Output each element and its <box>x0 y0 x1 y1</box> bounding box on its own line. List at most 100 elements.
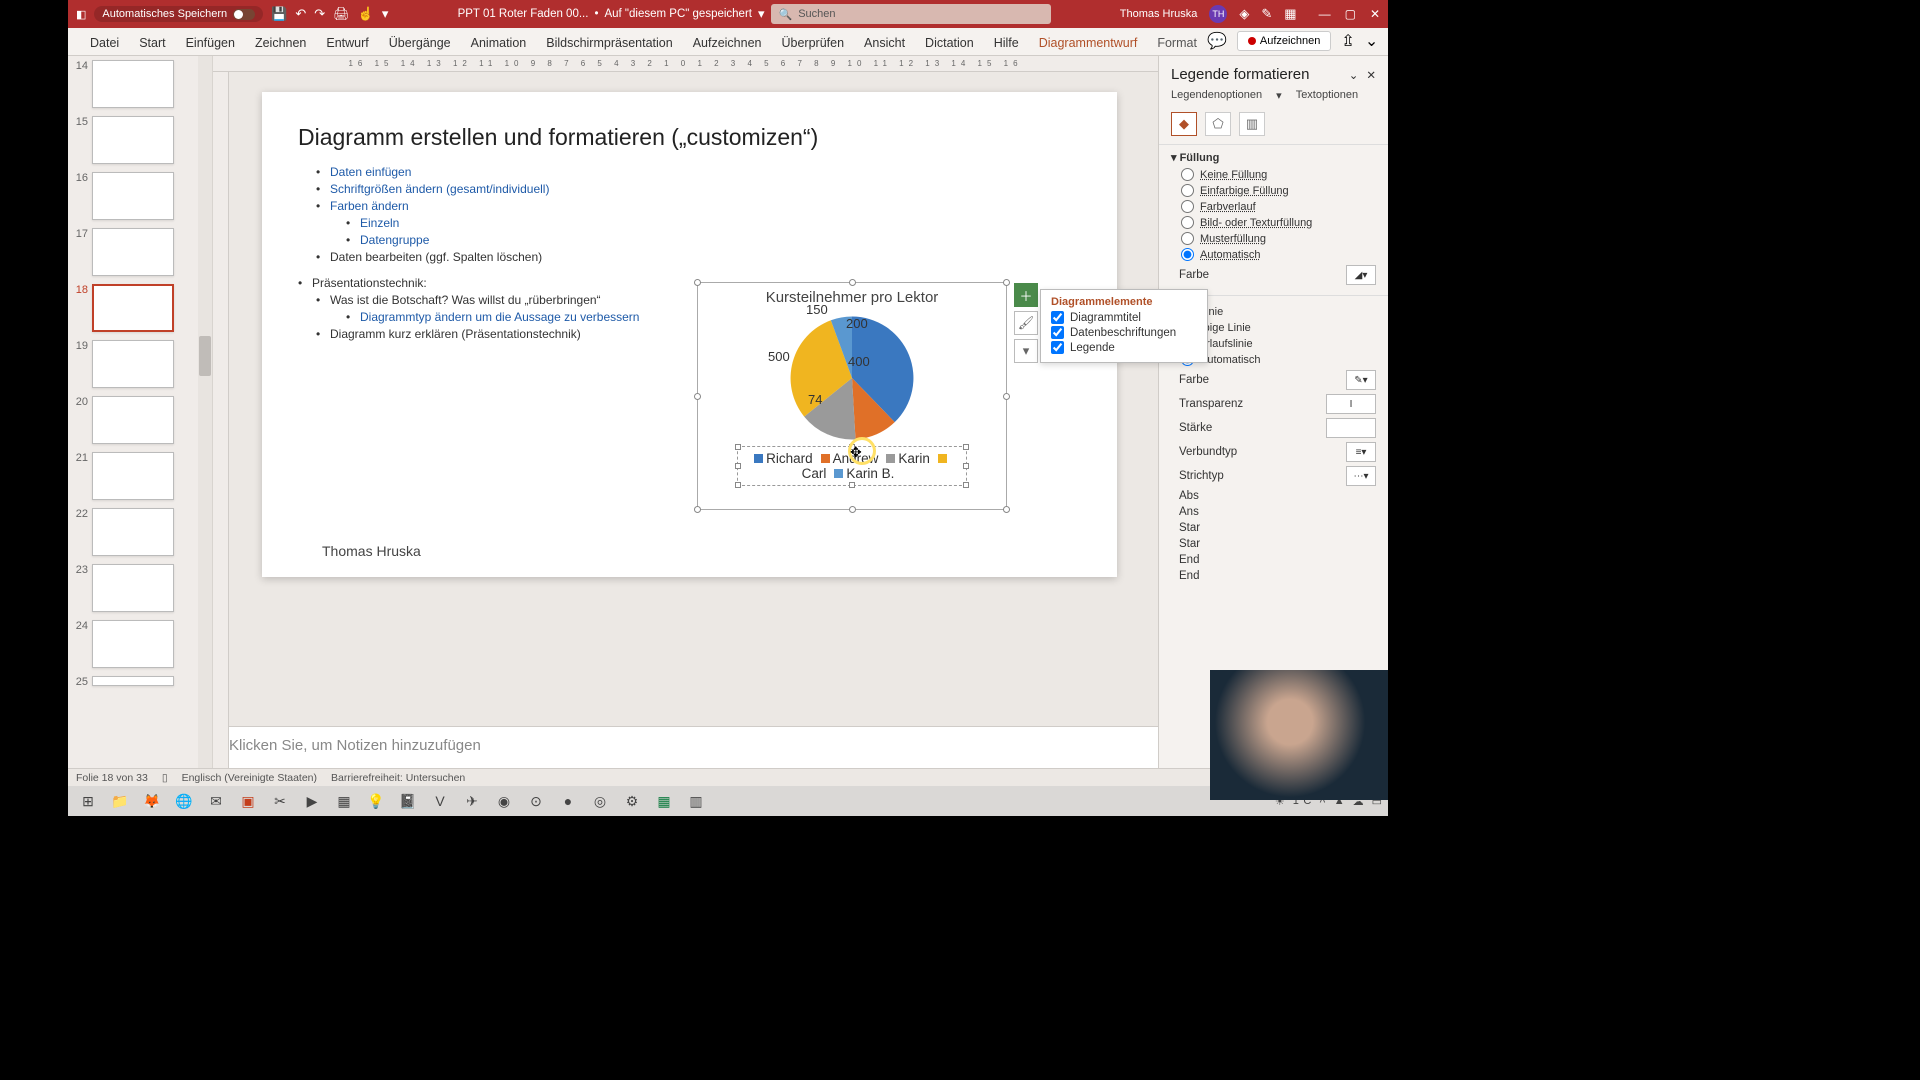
legend-item[interactable]: Richard <box>754 451 813 466</box>
slide-thumb-22[interactable]: 22 <box>68 504 198 560</box>
tab-diagrammentwurf[interactable]: Diagrammentwurf <box>1029 31 1148 55</box>
record-button[interactable]: Aufzeichnen <box>1237 31 1332 51</box>
diamond-icon[interactable]: ◈ <box>1239 6 1249 22</box>
transparency-input[interactable]: I <box>1326 394 1376 414</box>
comments-icon[interactable]: 💬 <box>1207 31 1227 51</box>
slide-thumb-15[interactable]: 15 <box>68 112 198 168</box>
data-label[interactable]: 150 <box>806 302 828 317</box>
slide-thumb-24[interactable]: 24 <box>68 616 198 672</box>
excel-icon[interactable]: ▦ <box>650 788 678 814</box>
snip-icon[interactable]: ✂ <box>266 788 294 814</box>
tab-überprüfen[interactable]: Überprüfen <box>772 31 855 55</box>
redo-icon[interactable]: ↷ <box>314 6 325 22</box>
chart-elements-button[interactable]: ＋ <box>1014 283 1038 307</box>
app-icon-6[interactable]: ● <box>554 788 582 814</box>
slide-thumb-21[interactable]: 21 <box>68 448 198 504</box>
status-accessibility[interactable]: Barrierefreiheit: Untersuchen <box>331 772 465 784</box>
width-input[interactable] <box>1326 418 1376 438</box>
ribbon-collapse-icon[interactable]: ⌄ <box>1365 31 1378 51</box>
outlook-icon[interactable]: ✉ <box>202 788 230 814</box>
tab-animation[interactable]: Animation <box>461 31 537 55</box>
slide-thumb-19[interactable]: 19 <box>68 336 198 392</box>
slide-thumb-25[interactable]: 25 <box>68 672 198 692</box>
slide-canvas[interactable]: Diagramm erstellen und formatieren („cus… <box>262 92 1117 577</box>
firefox-icon[interactable]: 🦊 <box>138 788 166 814</box>
app-icon-8[interactable]: ▥ <box>682 788 710 814</box>
undo-icon[interactable]: ↶ <box>295 6 306 22</box>
slide-title[interactable]: Diagramm erstellen und formatieren („cus… <box>298 124 1081 151</box>
tab-dictation[interactable]: Dictation <box>915 31 984 55</box>
dash-picker[interactable]: ⋯▾ <box>1346 466 1376 486</box>
tab-einfügen[interactable]: Einfügen <box>176 31 245 55</box>
chevron-down-icon[interactable]: ▾ <box>758 6 765 22</box>
fill-radio[interactable]: Keine Füllung <box>1181 168 1376 181</box>
slide-thumb-23[interactable]: 23 <box>68 560 198 616</box>
fill-radio[interactable]: Einfarbige Füllung <box>1181 184 1376 197</box>
user-avatar[interactable]: TH <box>1209 5 1227 23</box>
fill-section-header[interactable]: ▾ Füllung <box>1171 151 1376 164</box>
slide-thumb-20[interactable]: 20 <box>68 392 198 448</box>
size-props-icon[interactable]: ▥ <box>1239 112 1265 136</box>
flyout-checkbox[interactable]: Legende <box>1051 341 1197 354</box>
start-button[interactable]: ⊞ <box>74 788 102 814</box>
tab-aufzeichnen[interactable]: Aufzeichnen <box>683 31 772 55</box>
chart-styles-button[interactable]: 🖌 <box>1014 311 1038 335</box>
explorer-icon[interactable]: 📁 <box>106 788 134 814</box>
slide-thumb-14[interactable]: 14 <box>68 56 198 112</box>
close-button[interactable]: ✕ <box>1370 7 1380 21</box>
line-radio[interactable]: Linie <box>1181 305 1376 318</box>
effects-icon[interactable]: ⬠ <box>1205 112 1231 136</box>
panel-icon[interactable]: ▦ <box>1284 6 1296 22</box>
data-label[interactable]: 74 <box>808 392 822 407</box>
app-icon-1[interactable]: ▦ <box>330 788 358 814</box>
chart-legend[interactable]: RichardAndrewKarinCarlKarin B. <box>737 446 967 486</box>
tab-legend-options[interactable]: Legendenoptionen <box>1171 89 1262 102</box>
thumb-scrollbar[interactable] <box>198 56 212 768</box>
onenote-icon[interactable]: 📓 <box>394 788 422 814</box>
tab-format[interactable]: Format <box>1147 31 1207 55</box>
compound-picker[interactable]: ≡▾ <box>1346 442 1376 462</box>
fill-line-icon[interactable]: ◆ <box>1171 112 1197 136</box>
search-input[interactable]: 🔍 Suchen <box>771 4 1051 24</box>
touch-icon[interactable]: ☝ <box>358 6 374 22</box>
flyout-checkbox[interactable]: Datenbeschriftungen <box>1051 326 1197 339</box>
pane-dropdown-icon[interactable]: ⌄ <box>1349 68 1359 82</box>
qat-dropdown-icon[interactable]: ▾ <box>382 6 389 22</box>
maximize-button[interactable]: ▢ <box>1345 7 1356 21</box>
tab-ansicht[interactable]: Ansicht <box>854 31 915 55</box>
minimize-button[interactable]: — <box>1319 7 1331 21</box>
tab-start[interactable]: Start <box>129 31 175 55</box>
tab-bildschirmpräsentation[interactable]: Bildschirmpräsentation <box>536 31 682 55</box>
slide-thumb-17[interactable]: 17 <box>68 224 198 280</box>
chart-title[interactable]: Kursteilnehmer pro Lektor <box>698 289 1006 306</box>
tab-übergänge[interactable]: Übergänge <box>379 31 461 55</box>
app-icon-5[interactable]: ⊙ <box>522 788 550 814</box>
tab-entwurf[interactable]: Entwurf <box>316 31 378 55</box>
line-radio[interactable]: erlaufslinie <box>1181 337 1376 350</box>
app-icon-7[interactable]: ◎ <box>586 788 614 814</box>
save-icon[interactable]: 💾 <box>271 6 287 22</box>
powerpoint-icon[interactable]: ▣ <box>234 788 262 814</box>
pane-close-icon[interactable]: ✕ <box>1366 68 1376 82</box>
telegram-icon[interactable]: ✈ <box>458 788 486 814</box>
autosave-toggle[interactable]: Automatisches Speichern <box>94 6 263 22</box>
tab-zeichnen[interactable]: Zeichnen <box>245 31 316 55</box>
quickprint-icon[interactable]: 🖨 <box>333 6 350 22</box>
legend-item[interactable]: Karin <box>886 451 930 466</box>
tab-text-options[interactable]: Textoptionen <box>1296 89 1358 102</box>
tab-hilfe[interactable]: Hilfe <box>984 31 1029 55</box>
data-label[interactable]: 200 <box>846 316 868 331</box>
notes-pane[interactable]: Klicken Sie, um Notizen hinzuzufügen <box>213 726 1158 768</box>
pie-chart[interactable]: 50015020040074 <box>788 314 916 442</box>
vlc-icon[interactable]: ▶ <box>298 788 326 814</box>
chart-filters-button[interactable]: ▾ <box>1014 339 1038 363</box>
legend-item[interactable]: Karin B. <box>834 466 894 481</box>
chrome-icon[interactable]: 🌐 <box>170 788 198 814</box>
line-radio[interactable]: Automatisch <box>1181 353 1376 366</box>
share-icon[interactable]: ⇫ <box>1341 31 1354 51</box>
settings-icon[interactable]: ⚙ <box>618 788 646 814</box>
fill-radio[interactable]: Farbverlauf <box>1181 200 1376 213</box>
app-icon-2[interactable]: 💡 <box>362 788 390 814</box>
app-icon-4[interactable]: ◉ <box>490 788 518 814</box>
chart-object[interactable]: Kursteilnehmer pro Lektor 50015020040074… <box>697 282 1007 510</box>
